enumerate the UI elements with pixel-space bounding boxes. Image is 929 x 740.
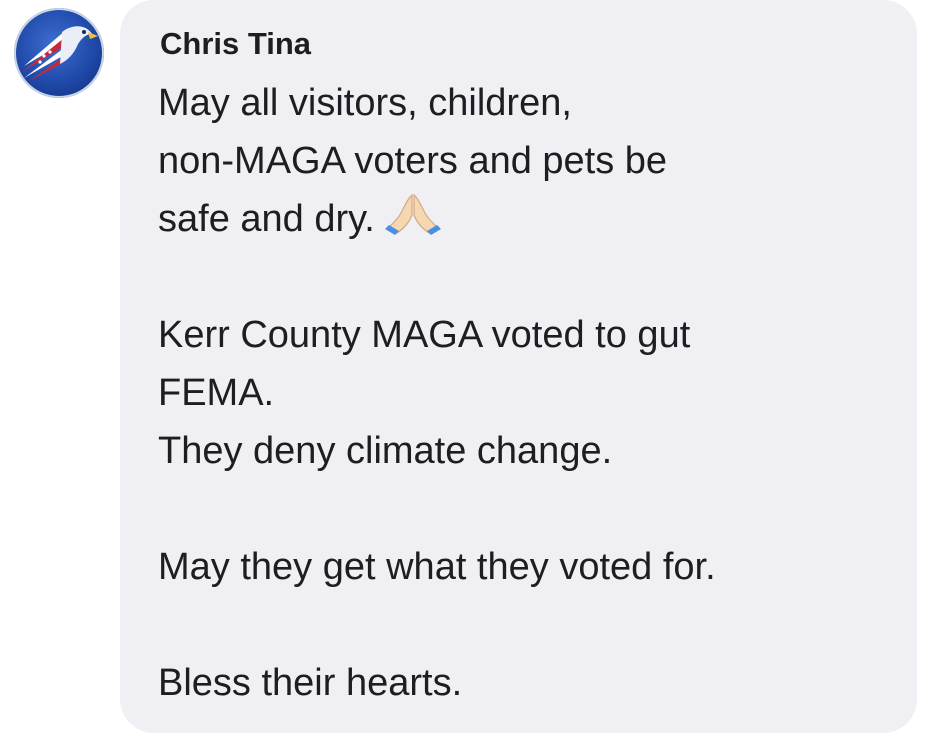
comment-paragraph-2: Kerr County MAGA voted to gut FEMA. They… [158, 306, 898, 480]
comment-author[interactable]: Chris Tina [160, 26, 311, 62]
comment-paragraph-1: May all visitors, children, non-MAGA vot… [158, 74, 898, 248]
comment-body: May all visitors, children, non-MAGA vot… [158, 74, 898, 712]
text-line: May they get what they voted for. [158, 546, 716, 588]
text-line: Kerr County MAGA voted to gut [158, 314, 691, 356]
text-line: non-MAGA voters and pets be [158, 140, 668, 182]
text-line: safe and dry. [158, 198, 375, 240]
text-line: They deny climate change. [158, 430, 613, 472]
comment-row: Chris Tina May all visitors, children, n… [0, 0, 929, 740]
avatar[interactable] [14, 8, 104, 98]
comment-paragraph-3: May they get what they voted for. [158, 538, 898, 596]
text-line: May all visitors, children, [158, 82, 572, 124]
text-line: Bless their hearts. [158, 662, 463, 704]
text-line: FEMA. [158, 372, 275, 414]
comment-bubble: Chris Tina May all visitors, children, n… [120, 0, 917, 733]
eagle-flag-icon [22, 26, 98, 82]
folded-hands-emoji-icon [384, 193, 441, 235]
text-line-with-emoji: safe and dry. [158, 190, 898, 248]
comment-paragraph-4: Bless their hearts. [158, 654, 898, 712]
